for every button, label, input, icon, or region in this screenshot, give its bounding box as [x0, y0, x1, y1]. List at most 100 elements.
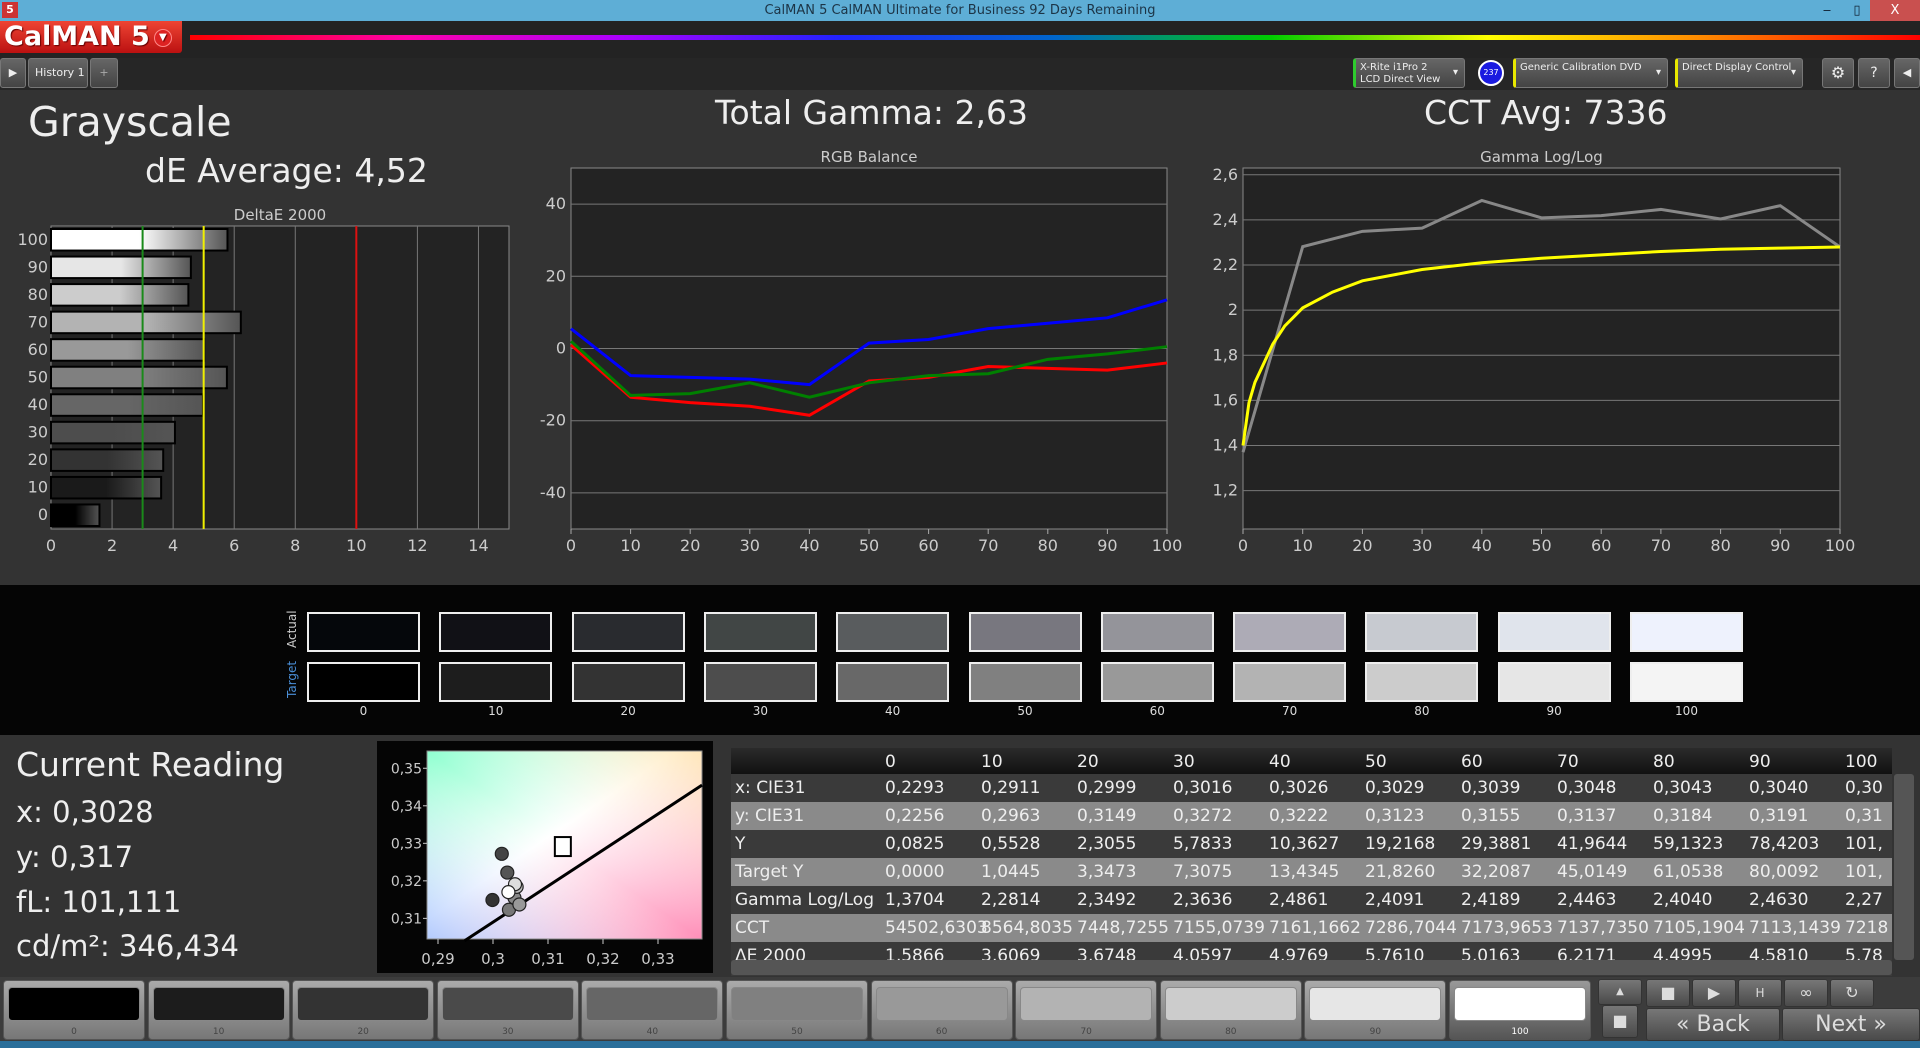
- meter-badge[interactable]: 237: [1478, 60, 1504, 86]
- table-cell: 0,2999: [1077, 778, 1137, 798]
- table-cell: 54502,6303: [885, 918, 988, 938]
- swatch-actual-100: [1630, 612, 1743, 652]
- table-cell: 78,4203: [1749, 834, 1820, 854]
- patch-label: 60: [935, 1027, 948, 1037]
- collapse-arrow-icon[interactable]: ◀: [1894, 58, 1920, 88]
- meter-selector[interactable]: X-Rite i1Pro 2 LCD Direct View ▾: [1353, 58, 1465, 88]
- stop-square-icon[interactable]: ■: [1602, 1005, 1638, 1038]
- patch-color: [441, 987, 574, 1021]
- restore-button[interactable]: ▯: [1842, 0, 1872, 21]
- minimize-button[interactable]: ‒: [1812, 0, 1842, 21]
- x-tick-label: 12: [407, 536, 427, 555]
- patch-button-0[interactable]: 0: [3, 980, 145, 1040]
- x-tick-label: 0: [566, 536, 576, 555]
- x-tick-label: 90: [1770, 536, 1790, 555]
- reading-fl: fL: 101,111: [16, 885, 182, 919]
- next-button[interactable]: Next »: [1782, 1008, 1920, 1041]
- patch-color: [152, 987, 285, 1021]
- table-cell: 0,2911: [981, 778, 1041, 798]
- patch-button-100[interactable]: 100: [1449, 980, 1591, 1040]
- swatch-level-label: 20: [620, 704, 636, 718]
- table-cell: 7161,1662: [1269, 918, 1361, 938]
- table-cell: 0,3137: [1557, 806, 1617, 826]
- close-button[interactable]: X: [1870, 0, 1920, 21]
- stop-icon[interactable]: ■: [1646, 979, 1690, 1007]
- patch-button-60[interactable]: 60: [870, 980, 1013, 1040]
- swatch-target-30: [703, 662, 817, 702]
- y-tick-label: 40: [546, 194, 566, 213]
- back-button[interactable]: « Back: [1646, 1008, 1780, 1041]
- x-tick-label: 0,29: [421, 950, 454, 968]
- row-label: Gamma Log/Log: [735, 890, 874, 910]
- table-cell: 0,3123: [1365, 806, 1425, 826]
- patch-button-20[interactable]: 20: [292, 980, 435, 1040]
- y-tick-label: 90: [28, 257, 48, 276]
- patch-label: 40: [646, 1027, 659, 1037]
- patch-label: 70: [1080, 1027, 1092, 1037]
- patch-button-70[interactable]: 70: [1015, 980, 1158, 1040]
- source-selector[interactable]: Generic Calibration DVD ▾: [1513, 58, 1668, 88]
- patch-button-50[interactable]: 50: [726, 980, 868, 1040]
- patch-button-40[interactable]: 40: [581, 980, 724, 1040]
- table-vertical-scrollbar[interactable]: [1894, 774, 1914, 960]
- x-tick-label: 30: [1412, 536, 1432, 555]
- measurement-point: [512, 897, 527, 912]
- add-tab-button[interactable]: +: [90, 58, 118, 88]
- chevron-down-icon: ▾: [1655, 67, 1661, 78]
- patch-color: [1164, 987, 1297, 1021]
- x-tick-label: 40: [799, 536, 819, 555]
- column-header: 100: [1845, 752, 1878, 772]
- play-icon[interactable]: ▶: [1692, 979, 1736, 1007]
- play-icon[interactable]: ▶: [0, 58, 26, 88]
- table-cell: 7137,7350: [1557, 918, 1649, 938]
- data-table: 0 10 20 30 40 50 60 70 80 90 100 x: CIE31 0,2293 0,29…: [731, 748, 1892, 976]
- table-cell: 2,4189: [1461, 890, 1521, 910]
- table-cell: 0,31: [1845, 806, 1883, 826]
- table-cell: 0,3184: [1653, 806, 1713, 826]
- app-icon: 5: [2, 2, 18, 18]
- table-cell: 80,0092: [1749, 862, 1820, 882]
- column-header: 90: [1749, 752, 1771, 772]
- gear-icon[interactable]: ⚙: [1822, 58, 1854, 88]
- y-tick-label: 80: [28, 285, 48, 304]
- table-cell: 59,1323: [1653, 834, 1724, 854]
- table-cell: 0,3191: [1749, 806, 1809, 826]
- y-tick-label: 2,2: [1213, 255, 1238, 274]
- x-tick-label: 50: [859, 536, 879, 555]
- chevron-down-icon: ▾: [1790, 67, 1796, 78]
- swatch-target-100: [1630, 662, 1743, 702]
- scroll-up-icon[interactable]: ▲: [1598, 979, 1642, 1005]
- tab-history-1[interactable]: History 1: [28, 58, 88, 88]
- refresh-icon[interactable]: ↻: [1830, 979, 1874, 1007]
- patch-button-90[interactable]: 90: [1304, 980, 1447, 1040]
- patch-color: [1309, 987, 1442, 1021]
- column-header: 80: [1653, 752, 1675, 772]
- total-gamma: Total Gamma: 2,63: [715, 93, 1028, 132]
- bar-80: [50, 283, 190, 307]
- patch-button-10[interactable]: 10: [147, 980, 290, 1040]
- swatch-actual-70: [1233, 612, 1347, 652]
- calman-logo-menu[interactable]: CalMAN 5 ▼: [0, 21, 182, 53]
- table-cell: 7,3075: [1173, 862, 1233, 882]
- x-tick-label: 14: [468, 536, 488, 555]
- swatch-level-label: 40: [885, 704, 901, 718]
- save-icon[interactable]: H: [1738, 979, 1782, 1007]
- swatch-target-50: [968, 662, 1082, 702]
- table-horizontal-scrollbar[interactable]: [731, 960, 1892, 975]
- loop-icon[interactable]: ∞: [1784, 979, 1828, 1007]
- table-cell: 2,4861: [1269, 890, 1329, 910]
- table-cell: 0,3016: [1173, 778, 1233, 798]
- patch-color: [875, 987, 1008, 1021]
- x-tick-label: 6: [229, 536, 239, 555]
- table-cell: 2,3055: [1077, 834, 1137, 854]
- help-icon[interactable]: ?: [1858, 58, 1890, 88]
- patch-button-80[interactable]: 80: [1159, 980, 1302, 1040]
- table-cell: 45,0149: [1557, 862, 1628, 882]
- table-cell: 7105,1904: [1653, 918, 1745, 938]
- swatch-level-label: 90: [1546, 704, 1562, 718]
- display-selector[interactable]: Direct Display Control ▾: [1675, 58, 1803, 88]
- patch-button-30[interactable]: 30: [436, 980, 579, 1040]
- patch-label: 50: [791, 1027, 803, 1037]
- y-tick-label: -40: [540, 483, 566, 502]
- title-bar: CalMAN 5 CalMAN Ultimate for Business 92…: [0, 0, 1920, 21]
